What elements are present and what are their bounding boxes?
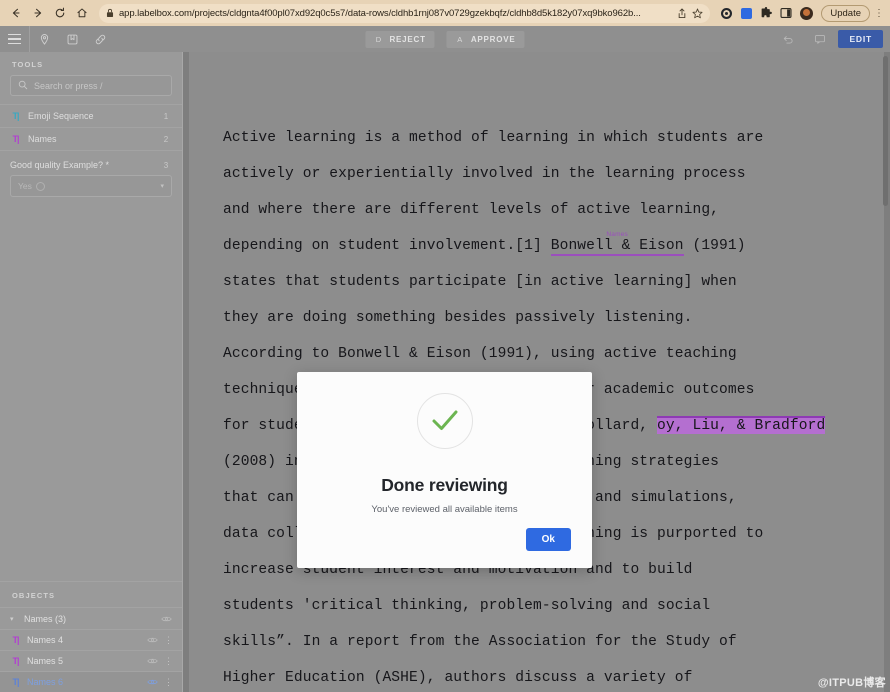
tool-item-names[interactable]: T| Names 2 [0,127,182,150]
eye-icon[interactable] [147,636,158,644]
eye-icon[interactable] [147,657,158,665]
more-options-icon[interactable]: ⋮ [164,635,173,646]
share-icon[interactable] [677,8,687,19]
undo-icon[interactable] [774,26,802,52]
extension-blue-icon[interactable] [737,3,755,23]
object-group-names[interactable]: ▾ Names (3) [0,607,182,629]
app-toolbar: D REJECT A APPROVE EDIT [0,26,890,52]
search-input[interactable]: Search or press / [10,75,172,96]
done-reviewing-dialog: Done reviewing You've reviewed all avail… [297,372,592,568]
more-options-icon[interactable]: ⋮ [164,656,173,667]
hamburger-menu-icon[interactable] [0,26,30,52]
classification-label: Good quality Example? * [10,160,110,170]
more-options-icon[interactable]: ⋮ [164,677,173,688]
address-bar[interactable]: app.labelbox.com/projects/cldgnta4f00pl0… [99,3,711,23]
reload-icon[interactable] [50,3,70,23]
text-tool-icon: T| [12,677,19,687]
entity-oy-liu-bradford[interactable]: oy, Liu, & Bradford [657,416,826,434]
classification-question: Good quality Example? * 3 [0,150,182,175]
page-rail-left [183,52,189,692]
verdict-buttons: D REJECT A APPROVE [365,26,525,52]
extension-circle-icon[interactable] [717,3,735,23]
url-text: app.labelbox.com/projects/cldgnta4f00pl0… [119,7,641,19]
comment-icon[interactable] [806,26,834,52]
approve-button[interactable]: A APPROVE [446,30,525,48]
text-tool-icon: T| [12,635,19,645]
tool-badge: 1 [163,111,169,121]
workspace: TOOLS Search or press / T| Emoji Sequenc… [0,52,890,692]
profile-avatar[interactable] [797,3,815,23]
forward-arrow-icon[interactable] [28,3,48,23]
text-tool-icon: T| [12,656,19,666]
eye-icon[interactable] [161,615,172,623]
dialog-subtitle: You've reviewed all available items [371,504,518,515]
tool-badge: 2 [163,134,169,144]
tools-section-header: TOOLS [12,60,44,69]
classification-value-text: Yes [18,181,32,191]
lock-icon [106,8,114,18]
objects-section: OBJECTS ▾ Names (3) T| Names 4 ⋮ T| Name… [0,581,182,692]
list-item-selected[interactable]: T| Names 6 ⋮ [0,671,182,692]
eye-icon[interactable] [147,678,158,686]
tool-label: Emoji Sequence [28,111,94,121]
link-icon[interactable] [86,26,114,52]
classification-badge: 3 [163,160,169,170]
approve-shortcut: A [457,34,463,44]
list-item[interactable]: T| Names 4 ⋮ [0,629,182,650]
approve-label: APPROVE [470,34,516,44]
update-button[interactable]: Update [821,4,870,22]
toolbar-right-group: EDIT [774,26,890,52]
chevron-down-icon[interactable]: ▾ [10,615,18,623]
text-tool-icon: T| [12,111,19,121]
back-arrow-icon[interactable] [6,3,26,23]
classification-value: Yes [18,181,160,191]
home-icon[interactable] [72,3,92,23]
objects-section-header: OBJECTS [0,581,182,607]
edit-button[interactable]: EDIT [838,30,883,48]
value-badge-icon [35,181,45,191]
star-icon[interactable] [692,8,703,19]
left-sidebar: TOOLS Search or press / T| Emoji Sequenc… [0,52,183,692]
classification-dropdown[interactable]: Yes ▾ [10,175,172,197]
reject-button[interactable]: D REJECT [365,30,435,48]
search-placeholder: Search or press / [34,80,103,91]
search-icon [18,77,28,95]
object-label: Names 4 [27,635,64,645]
browser-menu-icon[interactable]: ⋮ [872,8,884,19]
tool-label: Names [28,134,57,144]
watermark: @ITPUB博客 [817,677,886,689]
browser-toolbar: app.labelbox.com/projects/cldgnta4f00pl0… [0,0,890,26]
text-tool-icon: T| [12,134,19,144]
chevron-down-icon: ▾ [160,183,164,190]
reject-label: REJECT [389,34,426,44]
side-panel-icon[interactable] [777,3,795,23]
object-label: Names 5 [27,656,64,666]
map-pin-icon[interactable] [30,26,58,52]
list-item[interactable]: T| Names 5 ⋮ [0,650,182,671]
tool-item-emoji-sequence[interactable]: T| Emoji Sequence 1 [0,104,182,127]
entity-bonwell-eison[interactable]: Bonwell & Eison [550,238,684,256]
object-label: Names 6 [27,677,64,687]
bookmark-icon[interactable] [58,26,86,52]
extensions-puzzle-icon[interactable] [757,3,775,23]
reject-shortcut: D [375,34,382,44]
check-circle-icon [416,393,473,449]
object-group-label: Names (3) [24,613,67,624]
ok-button[interactable]: Ok [525,528,571,551]
document-scrollbar[interactable] [883,56,888,206]
dialog-title: Done reviewing [381,475,508,495]
